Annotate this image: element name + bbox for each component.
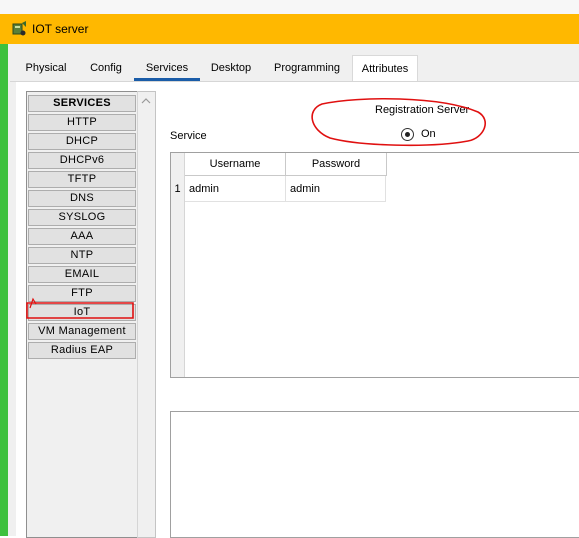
tab-attributes[interactable]: Attributes [352,55,418,82]
tab-services[interactable]: Services [134,55,200,81]
cell-username[interactable]: admin [185,176,286,202]
window-titlebar: IOT server [0,0,579,44]
scroll-up-icon[interactable] [141,96,151,106]
window-left-edge [0,44,8,536]
sidebar-item-dhcp[interactable]: DHCP [28,133,136,150]
service-label: Service [170,130,207,142]
sidebar-scrollbar[interactable] [137,91,156,538]
sidebar-item-vm-management[interactable]: VM Management [28,323,136,340]
service-on-radio[interactable] [401,128,414,141]
window-title: IOT server [32,22,89,36]
sidebar-item-tftp[interactable]: TFTP [28,171,136,188]
sidebar-item-dns[interactable]: DNS [28,190,136,207]
sidebar-item-email[interactable]: EMAIL [28,266,136,283]
sidebar-header-services: SERVICES [28,95,136,112]
sidebar-item-ftp[interactable]: FTP [28,285,136,302]
row-index: 1 [174,183,181,195]
details-box [170,411,579,538]
tab-programming[interactable]: Programming [266,55,348,81]
users-table: Username Password 1 admin admin [170,152,579,378]
column-header-username[interactable]: Username [185,153,286,176]
cell-password[interactable]: admin [286,176,386,202]
sidebar-item-dhcpv6[interactable]: DHCPv6 [28,152,136,169]
sidebar-item-ntp[interactable]: NTP [28,247,136,264]
sidebar-item-radius-eap[interactable]: Radius EAP [28,342,136,359]
service-on-label: On [421,128,436,140]
sidebar-item-iot[interactable]: IoT [28,304,136,321]
tab-bar: Physical Config Services Desktop Program… [8,55,579,82]
tab-desktop[interactable]: Desktop [204,55,258,81]
tab-config[interactable]: Config [82,55,130,81]
registration-server-title: Registration Server [375,104,470,116]
iot-server-icon [12,21,26,36]
sidebar-item-http[interactable]: HTTP [28,114,136,131]
sidebar-item-syslog[interactable]: SYSLOG [28,209,136,226]
column-header-password[interactable]: Password [286,153,387,176]
tab-physical[interactable]: Physical [16,55,76,81]
sidebar-item-aaa[interactable]: AAA [28,228,136,245]
